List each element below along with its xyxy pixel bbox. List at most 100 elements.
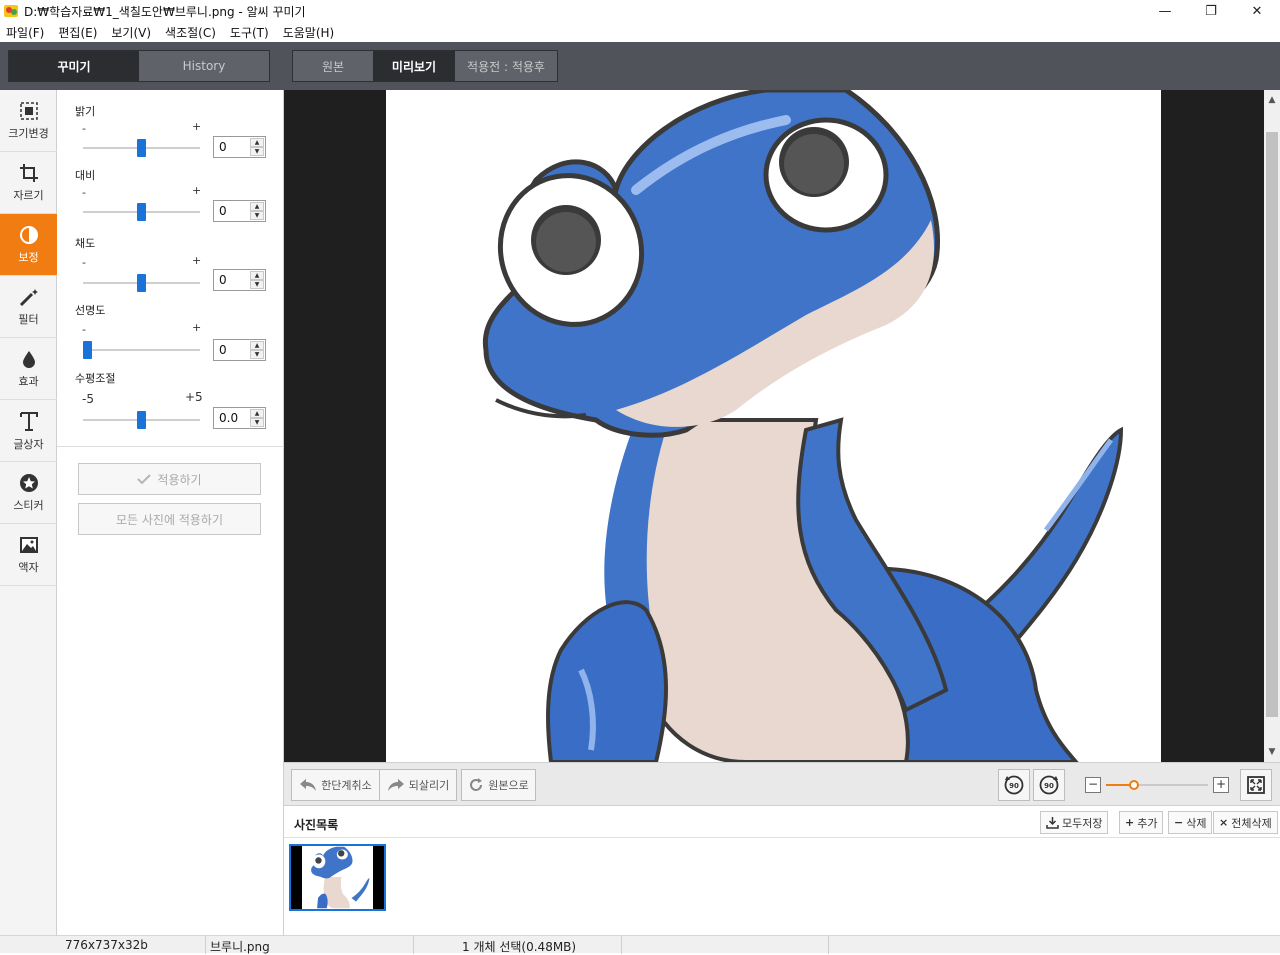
saturation-input[interactable]: 0 ▲ ▼ — [213, 269, 266, 291]
brightness-max-label: + — [192, 120, 202, 133]
sharpness-max-label: + — [192, 321, 202, 334]
adjust-panel: 밝기 - + 0 ▲ ▼ 대비 - + 0 ▲ ▼ 채도 - + 0 ▲ ▼ 선… — [57, 90, 284, 935]
sidebar-item-label: 액자 — [18, 560, 39, 574]
saturation-min-label: - — [82, 256, 86, 269]
menu-edit[interactable]: 편집(E) — [58, 24, 97, 41]
sidebar-item-crop[interactable]: 자르기 — [0, 152, 57, 214]
horizon-input[interactable]: 0.0 ▲ ▼ — [213, 407, 266, 429]
zoom-in-button[interactable]: + — [1213, 777, 1229, 793]
spin-down-icon[interactable]: ▼ — [250, 147, 264, 156]
menu-file[interactable]: 파일(F) — [6, 24, 44, 41]
contrast-slider-thumb[interactable] — [137, 203, 146, 221]
sharpness-slider-thumb[interactable] — [83, 341, 92, 359]
add-photo-button[interactable]: + 추가 — [1119, 811, 1164, 834]
sidebar-item-effect[interactable]: 효과 — [0, 338, 57, 400]
contrast-max-label: + — [192, 184, 202, 197]
horizon-label: 수평조절 — [75, 372, 116, 385]
apply-button-label: 적용하기 — [157, 472, 202, 487]
sidebar-item-frame[interactable]: 액자 — [0, 524, 57, 586]
tab-history[interactable]: History — [139, 51, 269, 81]
undo-button[interactable]: 한단계취소 — [291, 769, 380, 801]
brightness-slider[interactable] — [83, 139, 200, 157]
spin-up-icon[interactable]: ▲ — [250, 341, 264, 350]
zoom-slider[interactable] — [1106, 780, 1208, 790]
delete-photo-button[interactable]: − 삭제 — [1168, 811, 1213, 834]
saturation-control: 채도 - + 0 ▲ ▼ — [75, 235, 275, 292]
text-icon — [19, 411, 38, 431]
rotate-left-label: 90 — [1009, 782, 1019, 790]
rotate-right-icon: 90 — [1039, 775, 1059, 795]
brightness-input[interactable]: 0 ▲ ▼ — [213, 136, 266, 158]
app-icon — [4, 5, 18, 17]
redo-button[interactable]: 되살리기 — [379, 769, 457, 801]
sharpness-input[interactable]: 0 ▲ ▼ — [213, 339, 266, 361]
plus-icon: + — [1125, 816, 1135, 829]
horizon-slider[interactable] — [83, 411, 200, 429]
fit-screen-icon — [1247, 776, 1265, 794]
sidebar-item-label: 보정 — [18, 250, 39, 264]
apply-all-button[interactable]: 모든 사진에 적용하기 — [78, 503, 261, 535]
contrast-value: 0 — [219, 204, 227, 218]
sharpness-label: 선명도 — [75, 304, 106, 317]
status-bar: 776x737x32b 브루니.png 1 개체 선택(0.48MB) — [0, 935, 1280, 954]
sidebar-item-label: 필터 — [18, 312, 39, 326]
menu-view[interactable]: 보기(V) — [111, 24, 151, 41]
delete-photo-button-label: 삭제 — [1186, 816, 1207, 830]
spin-up-icon[interactable]: ▲ — [250, 409, 264, 418]
apply-button[interactable]: 적용하기 — [78, 463, 261, 495]
zoom-slider-thumb[interactable] — [1129, 780, 1139, 790]
rotate-right-button[interactable]: 90 — [1033, 769, 1065, 801]
delete-all-button[interactable]: × 전체삭제 — [1213, 811, 1278, 834]
spin-down-icon[interactable]: ▼ — [250, 418, 264, 427]
brightness-min-label: - — [82, 122, 86, 135]
sidebar-item-filter[interactable]: 필터 — [0, 276, 57, 338]
restore-button[interactable]: ❐ — [1188, 0, 1234, 22]
contrast-control: 대비 - + 0 ▲ ▼ — [75, 167, 275, 223]
status-divider — [413, 936, 414, 954]
contrast-slider[interactable] — [83, 203, 200, 221]
spin-down-icon[interactable]: ▼ — [250, 211, 264, 220]
sidebar-item-sticker[interactable]: 스티커 — [0, 462, 57, 524]
rotate-left-button[interactable]: 90 — [998, 769, 1030, 801]
tab-before-after[interactable]: 적용전 : 적용후 — [455, 51, 557, 81]
saturation-slider-thumb[interactable] — [137, 274, 146, 292]
vertical-scrollbar[interactable]: ▲ ▼ — [1264, 90, 1280, 762]
close-button[interactable]: ✕ — [1234, 0, 1280, 22]
sidebar-item-adjust[interactable]: 보정 — [0, 214, 57, 276]
drop-icon — [22, 350, 35, 368]
tab-decorate[interactable]: 꾸미기 — [9, 51, 139, 81]
horizon-slider-thumb[interactable] — [137, 411, 146, 429]
scroll-up-icon[interactable]: ▲ — [1264, 92, 1280, 108]
spin-up-icon[interactable]: ▲ — [250, 271, 264, 280]
spin-down-icon[interactable]: ▼ — [250, 280, 264, 289]
picture-frame-icon — [19, 536, 38, 553]
fit-screen-button[interactable] — [1240, 769, 1272, 801]
panel-divider — [57, 446, 284, 447]
spin-up-icon[interactable]: ▲ — [250, 138, 264, 147]
sidebar-item-resize[interactable]: 크기변경 — [0, 90, 57, 152]
sidebar-item-label: 효과 — [18, 374, 39, 388]
menu-help[interactable]: 도움말(H) — [283, 24, 335, 41]
saturation-slider[interactable] — [83, 274, 200, 292]
menu-tools[interactable]: 도구(T) — [230, 24, 269, 41]
zoom-out-button[interactable]: − — [1085, 777, 1101, 793]
tab-preview[interactable]: 미리보기 — [373, 51, 455, 81]
menu-color[interactable]: 색조절(C) — [165, 24, 216, 41]
photo-thumbnail[interactable] — [289, 844, 386, 911]
scrollbar-thumb[interactable] — [1266, 132, 1278, 717]
save-all-button[interactable]: 모두저장 — [1040, 811, 1109, 834]
tab-original[interactable]: 원본 — [293, 51, 373, 81]
sharpness-slider[interactable] — [83, 341, 200, 359]
spin-up-icon[interactable]: ▲ — [250, 202, 264, 211]
minimize-button[interactable]: — — [1142, 0, 1188, 22]
sidebar-item-text[interactable]: 글상자 — [0, 400, 57, 462]
brightness-slider-thumb[interactable] — [137, 139, 146, 157]
contrast-input[interactable]: 0 ▲ ▼ — [213, 200, 266, 222]
spin-down-icon[interactable]: ▼ — [250, 350, 264, 359]
delete-all-button-label: 전체삭제 — [1231, 816, 1272, 830]
image-canvas[interactable] — [386, 90, 1161, 762]
status-selection: 1 개체 선택(0.48MB) — [462, 940, 577, 954]
image-viewport[interactable] — [284, 90, 1264, 762]
revert-original-button[interactable]: 원본으로 — [461, 769, 536, 801]
scroll-down-icon[interactable]: ▼ — [1264, 744, 1280, 760]
